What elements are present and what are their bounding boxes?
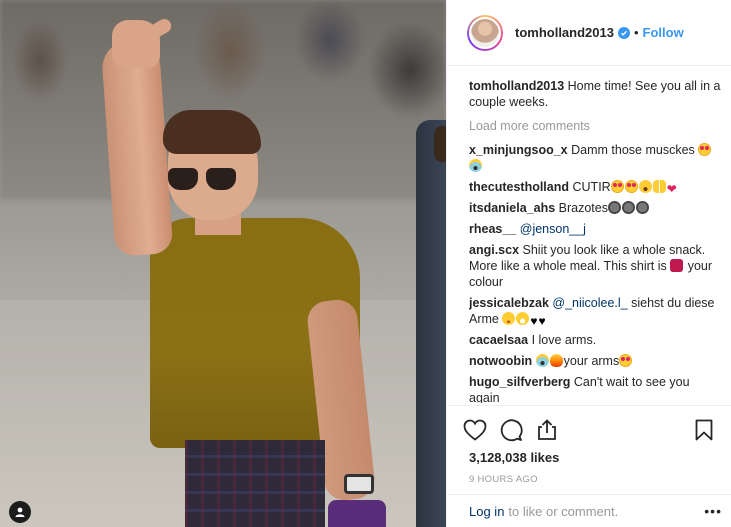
avatar[interactable]: [467, 14, 503, 51]
photo-subject-watch: [344, 474, 374, 494]
heart-eyes-emoji-icon: [619, 354, 633, 367]
post-photo[interactable]: [0, 0, 446, 527]
wow-emoji-icon: [638, 180, 652, 193]
post-actions: 3,128,038 likes 9 HOURS AGO: [447, 405, 731, 503]
photo-subject-hair: [163, 110, 261, 154]
comment-username[interactable]: jessicalebzak: [469, 296, 549, 310]
list-item: x_minjungsoo_x Damm those musckes: [469, 142, 721, 174]
comment-username[interactable]: x_minjungsoo_x: [469, 143, 568, 157]
heart-eyes-emoji-icon: [610, 180, 624, 193]
list-item: hugo_silfverberg Can't wait to see you a…: [469, 374, 721, 403]
comment-icon[interactable]: [499, 418, 523, 442]
post-header: tomholland2013 • Follow: [447, 0, 731, 66]
comment-text: I love arms.: [531, 333, 597, 347]
comment-text: Damm those musckes: [571, 143, 695, 157]
red-heart-emoji-icon: ❤: [666, 182, 677, 196]
list-item: notwoobin your arms: [469, 353, 721, 369]
comment-text: Brazotes: [558, 201, 608, 215]
photo-subject-bag: [328, 500, 386, 527]
list-item: thecutestholland CUTIR ❤: [469, 179, 721, 196]
likes-count[interactable]: 3,128,038 likes: [469, 450, 716, 465]
load-more-comments-button[interactable]: Load more comments: [469, 118, 721, 134]
grin-emoji-icon: [516, 312, 530, 325]
list-item: cacaelsaa I love arms.: [469, 332, 721, 348]
photo-subject-pants: [185, 440, 325, 527]
comment-text: CUTIR: [572, 180, 611, 194]
more-options-icon[interactable]: •••: [704, 503, 722, 519]
comment-username[interactable]: cacaelsaa: [469, 333, 528, 347]
photo-bystander: [416, 120, 446, 527]
post-timestamp[interactable]: 9 HOURS AGO: [469, 474, 716, 485]
photo-subject-sunglasses: [168, 168, 240, 190]
dark-face-emoji-icon: [607, 201, 621, 214]
post-side-panel: tomholland2013 • Follow tomholland2013 H…: [446, 0, 731, 527]
list-item: rheas__ @jenson__j: [469, 221, 721, 237]
login-prompt-text: to like or comment.: [508, 503, 619, 519]
comment-username[interactable]: rheas__: [469, 222, 516, 236]
comment-username[interactable]: angi.scx: [469, 243, 519, 257]
photo-bystander-hair: [434, 126, 446, 162]
caption-username[interactable]: tomholland2013: [469, 79, 564, 93]
share-icon[interactable]: [535, 418, 559, 442]
header-separator: •: [633, 25, 639, 40]
raised-hands-emoji-icon: [652, 180, 666, 193]
comments-list: tomholland2013 Home time! See you all in…: [469, 78, 721, 403]
post-caption: tomholland2013 Home time! See you all in…: [469, 78, 721, 110]
black-heart-emoji-icon: ♥: [530, 314, 538, 328]
dark-face-emoji-icon: [635, 201, 649, 214]
follow-button[interactable]: Follow: [643, 25, 684, 40]
heart-eyes-emoji-icon: [624, 180, 638, 193]
header-username[interactable]: tomholland2013: [515, 25, 614, 40]
dark-face-emoji-icon: [621, 201, 635, 214]
comment-mention[interactable]: @jenson__j: [520, 222, 586, 236]
list-item: angi.scx Shiit you look like a whole sna…: [469, 242, 721, 290]
list-item: jessicalebzak @_niicolee.l_ siehst du di…: [469, 295, 721, 328]
comment-mention[interactable]: @_niicolee.l_: [552, 296, 627, 310]
tag-user-icon[interactable]: [9, 501, 31, 523]
login-to-comment-bar: Log in to like or comment. •••: [447, 494, 731, 527]
fire-emoji-icon: [549, 354, 563, 367]
comment-text: your arms: [563, 354, 620, 368]
relieved-emoji-icon: [502, 312, 516, 325]
bookmark-icon[interactable]: [692, 418, 716, 442]
heart-eyes-emoji-icon: [698, 143, 712, 156]
black-heart-emoji-icon: ♥: [538, 314, 546, 328]
action-icons-row: [463, 414, 716, 446]
list-item: itsdaniela_ahs Brazotes: [469, 200, 721, 216]
scream-emoji-icon: [469, 159, 482, 172]
comment-username[interactable]: notwoobin: [469, 354, 532, 368]
verified-icon: [617, 26, 630, 39]
comment-username[interactable]: hugo_silfverberg: [469, 375, 570, 389]
comment-username[interactable]: itsdaniela_ahs: [469, 201, 555, 215]
login-link[interactable]: Log in: [469, 504, 504, 519]
sparkle-heart-emoji-icon: [670, 259, 684, 272]
comment-username[interactable]: thecutestholland: [469, 180, 569, 194]
scream-emoji-icon: [535, 354, 549, 367]
heart-icon[interactable]: [463, 418, 487, 442]
